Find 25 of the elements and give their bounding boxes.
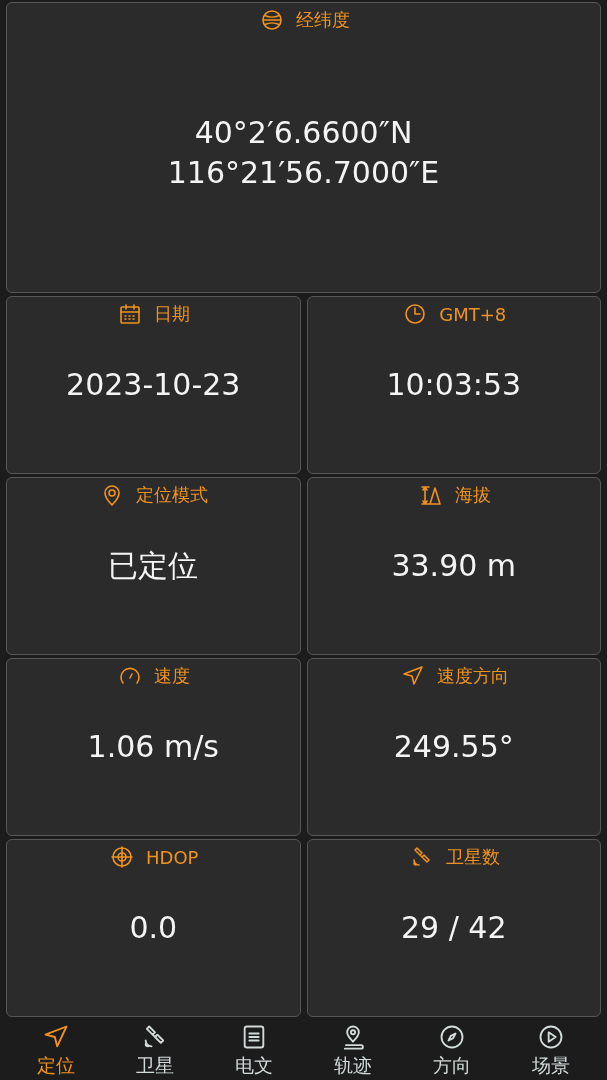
card-value: 已定位 [108, 547, 199, 585]
card-value: 10:03:53 [386, 366, 522, 404]
nav-tab[interactable]: 定位 [10, 1023, 101, 1079]
nav-tab[interactable]: 卫星 [109, 1023, 200, 1079]
nav-tab[interactable]: 场景 [506, 1023, 597, 1079]
card-value: 2023-10-23 [66, 366, 241, 404]
card-label: 速度 [154, 664, 191, 688]
card-value: 1.06 m/s [87, 728, 219, 766]
card-label: 海拔 [454, 483, 491, 507]
card-label: 定位模式 [136, 483, 209, 507]
card-label: 速度方向 [436, 664, 509, 688]
card-label: 日期 [154, 302, 191, 326]
latitude-value: 40°2′6.6600″N [194, 113, 413, 152]
card-label: 卫星数 [445, 845, 500, 869]
card-label: GMT+8 [439, 303, 507, 325]
card-value: 249.55° [393, 728, 514, 766]
longitude-value: 116°21′56.7000″E [167, 153, 440, 192]
card-value: 29 / 42 [401, 909, 507, 947]
card-value: 0.0 [129, 909, 178, 947]
card-label: HDOP [146, 846, 199, 868]
card-label: 经纬度 [295, 8, 350, 32]
nav-tab[interactable]: 方向 [407, 1023, 498, 1079]
card-value: 33.90 m [391, 547, 517, 585]
nav-tab[interactable]: 轨迹 [308, 1023, 399, 1079]
nav-tab[interactable]: 电文 [208, 1023, 299, 1079]
